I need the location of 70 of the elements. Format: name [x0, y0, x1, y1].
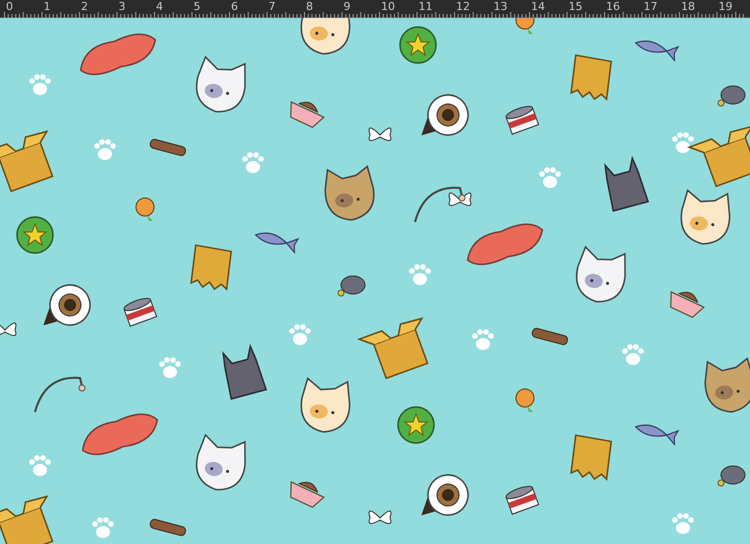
- paper-bag-drawing: [570, 54, 612, 101]
- cat-wand-drawing: [414, 186, 466, 222]
- cat-head-drawing: [196, 434, 246, 490]
- paper-bag-drawing: [570, 434, 612, 481]
- ruler-label: 18: [681, 1, 695, 13]
- food-bowl-drawing: [670, 291, 705, 318]
- cat-head-drawing: [704, 358, 750, 413]
- plastic-bag-drawing: [604, 156, 650, 212]
- paw-print-icon: [672, 513, 694, 534]
- paw-print-icon: [539, 167, 561, 188]
- ruler-label: 14: [531, 1, 545, 13]
- cat-head-drawing: [576, 246, 626, 302]
- star-ball-icon: [399, 26, 437, 64]
- star-ball-icon: [16, 216, 54, 254]
- ruler-label: 8: [306, 1, 313, 13]
- cat-head-drawing: [680, 190, 730, 245]
- paw-print-icon: [409, 264, 431, 285]
- ruler-label: 0: [6, 1, 13, 13]
- ruler-label: 5: [194, 1, 200, 13]
- butterfly-icon: [0, 322, 16, 336]
- fish-icon: [635, 424, 679, 446]
- paw-print-icon: [289, 324, 311, 345]
- ruler-label: 4: [156, 1, 163, 13]
- paw-print-icon: [94, 139, 116, 160]
- paw-print-icon: [472, 329, 494, 350]
- toy-mouse-icon: [718, 86, 746, 106]
- ruler-label: 16: [606, 1, 620, 13]
- fruit-icon: [516, 388, 534, 412]
- ruler-label: 3: [118, 1, 126, 13]
- cat-head-drawing: [324, 166, 375, 221]
- butterfly-icon: [368, 510, 392, 524]
- ruler-label: 19: [718, 1, 732, 13]
- ruler-label: 17: [644, 1, 658, 13]
- paw-print-icon: [672, 132, 694, 153]
- food-bowl-drawing: [290, 101, 325, 128]
- cat-head-drawing: [300, 378, 350, 433]
- ruler-label: 9: [344, 1, 350, 13]
- ruler-label: 7: [268, 1, 276, 13]
- paw-print-icon: [29, 74, 51, 95]
- paw-print-icon: [242, 152, 264, 173]
- ruler-label: 15: [568, 1, 582, 13]
- toy-mouse-icon: [338, 276, 366, 296]
- paw-print-icon: [622, 344, 644, 365]
- ruler-label: 13: [494, 1, 508, 13]
- butterfly-icon: [368, 128, 392, 142]
- ruler-label: 2: [81, 1, 88, 13]
- cat-head-drawing: [196, 56, 246, 112]
- ruler-label: 11: [418, 1, 432, 13]
- cardboard-box-drawing: [686, 125, 750, 188]
- star-ball-icon: [397, 406, 435, 444]
- plastic-bag-drawing: [222, 344, 268, 400]
- food-bowl-drawing: [290, 481, 325, 508]
- cardboard-box-drawing: [356, 317, 428, 380]
- butterfly-icon: [448, 192, 472, 206]
- paw-print-icon: [29, 455, 51, 476]
- fruit-icon: [516, 18, 534, 34]
- ruler-label: 1: [44, 1, 50, 13]
- paw-print-icon: [159, 357, 181, 378]
- ruler-label: 10: [381, 1, 395, 13]
- cardboard-box-drawing: [0, 130, 54, 192]
- toy-mouse-icon: [718, 466, 746, 486]
- paw-print-icon: [92, 517, 114, 538]
- fruit-icon: [136, 198, 154, 221]
- ruler-label: 6: [231, 1, 238, 13]
- cardboard-box-drawing: [0, 495, 54, 544]
- paper-bag-drawing: [190, 244, 232, 291]
- cat-wand-drawing: [34, 376, 86, 412]
- fish-icon: [255, 232, 299, 254]
- fish-icon: [635, 40, 679, 62]
- ruler-label: 12: [456, 1, 470, 13]
